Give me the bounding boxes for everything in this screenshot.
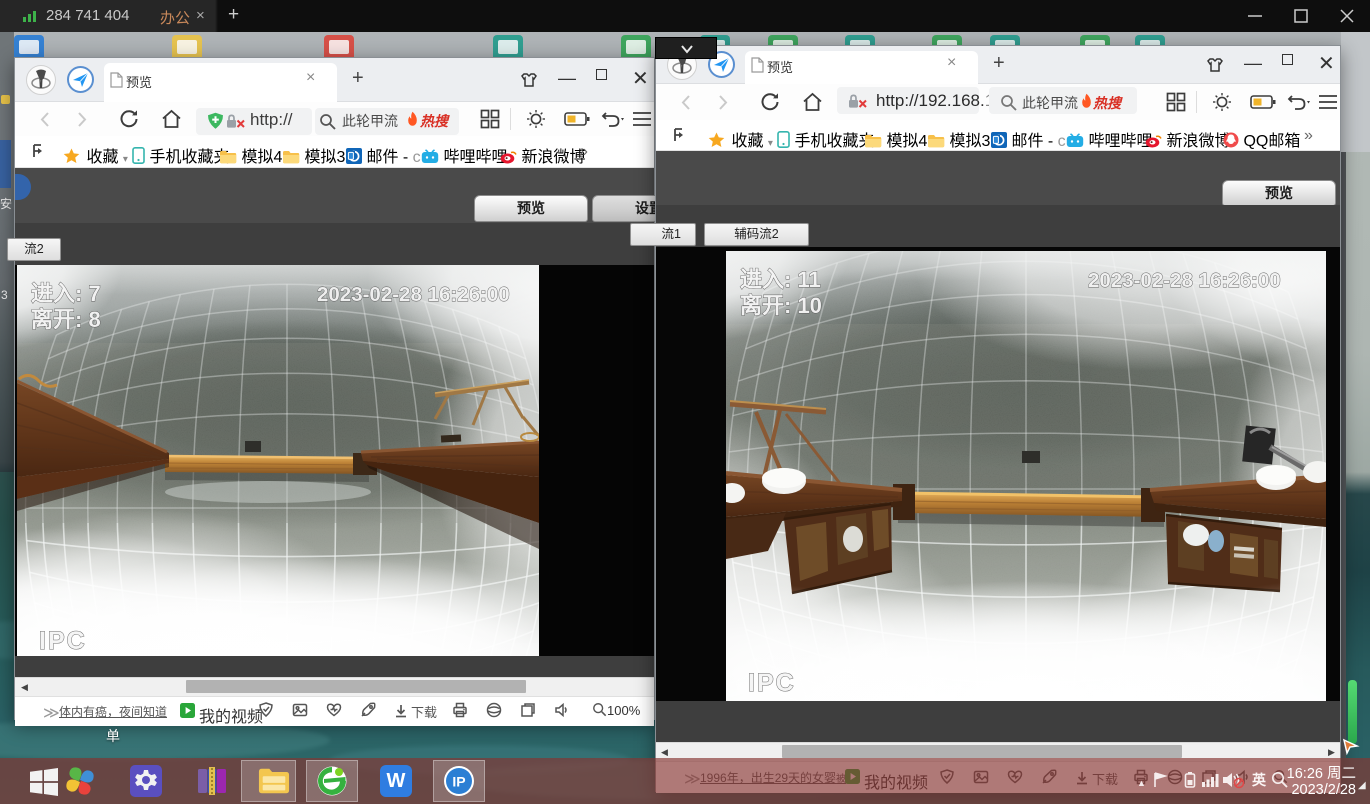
- svg-text:IP: IP: [452, 774, 465, 790]
- svg-text:IPC: IPC: [748, 669, 796, 697]
- svg-text:离开: 10: 离开: 10: [740, 293, 822, 318]
- svg-text:离开: 8: 离开: 8: [31, 307, 101, 332]
- svg-text:进入: 11: 进入: 11: [740, 267, 821, 292]
- svg-text:2023-02-28 16:26:00: 2023-02-28 16:26:00: [1088, 269, 1281, 292]
- svg-text:2023-02-28 16:26:00: 2023-02-28 16:26:00: [317, 283, 510, 306]
- svg-text:进入: 7: 进入: 7: [31, 281, 101, 306]
- svg-text:IPC: IPC: [39, 627, 87, 655]
